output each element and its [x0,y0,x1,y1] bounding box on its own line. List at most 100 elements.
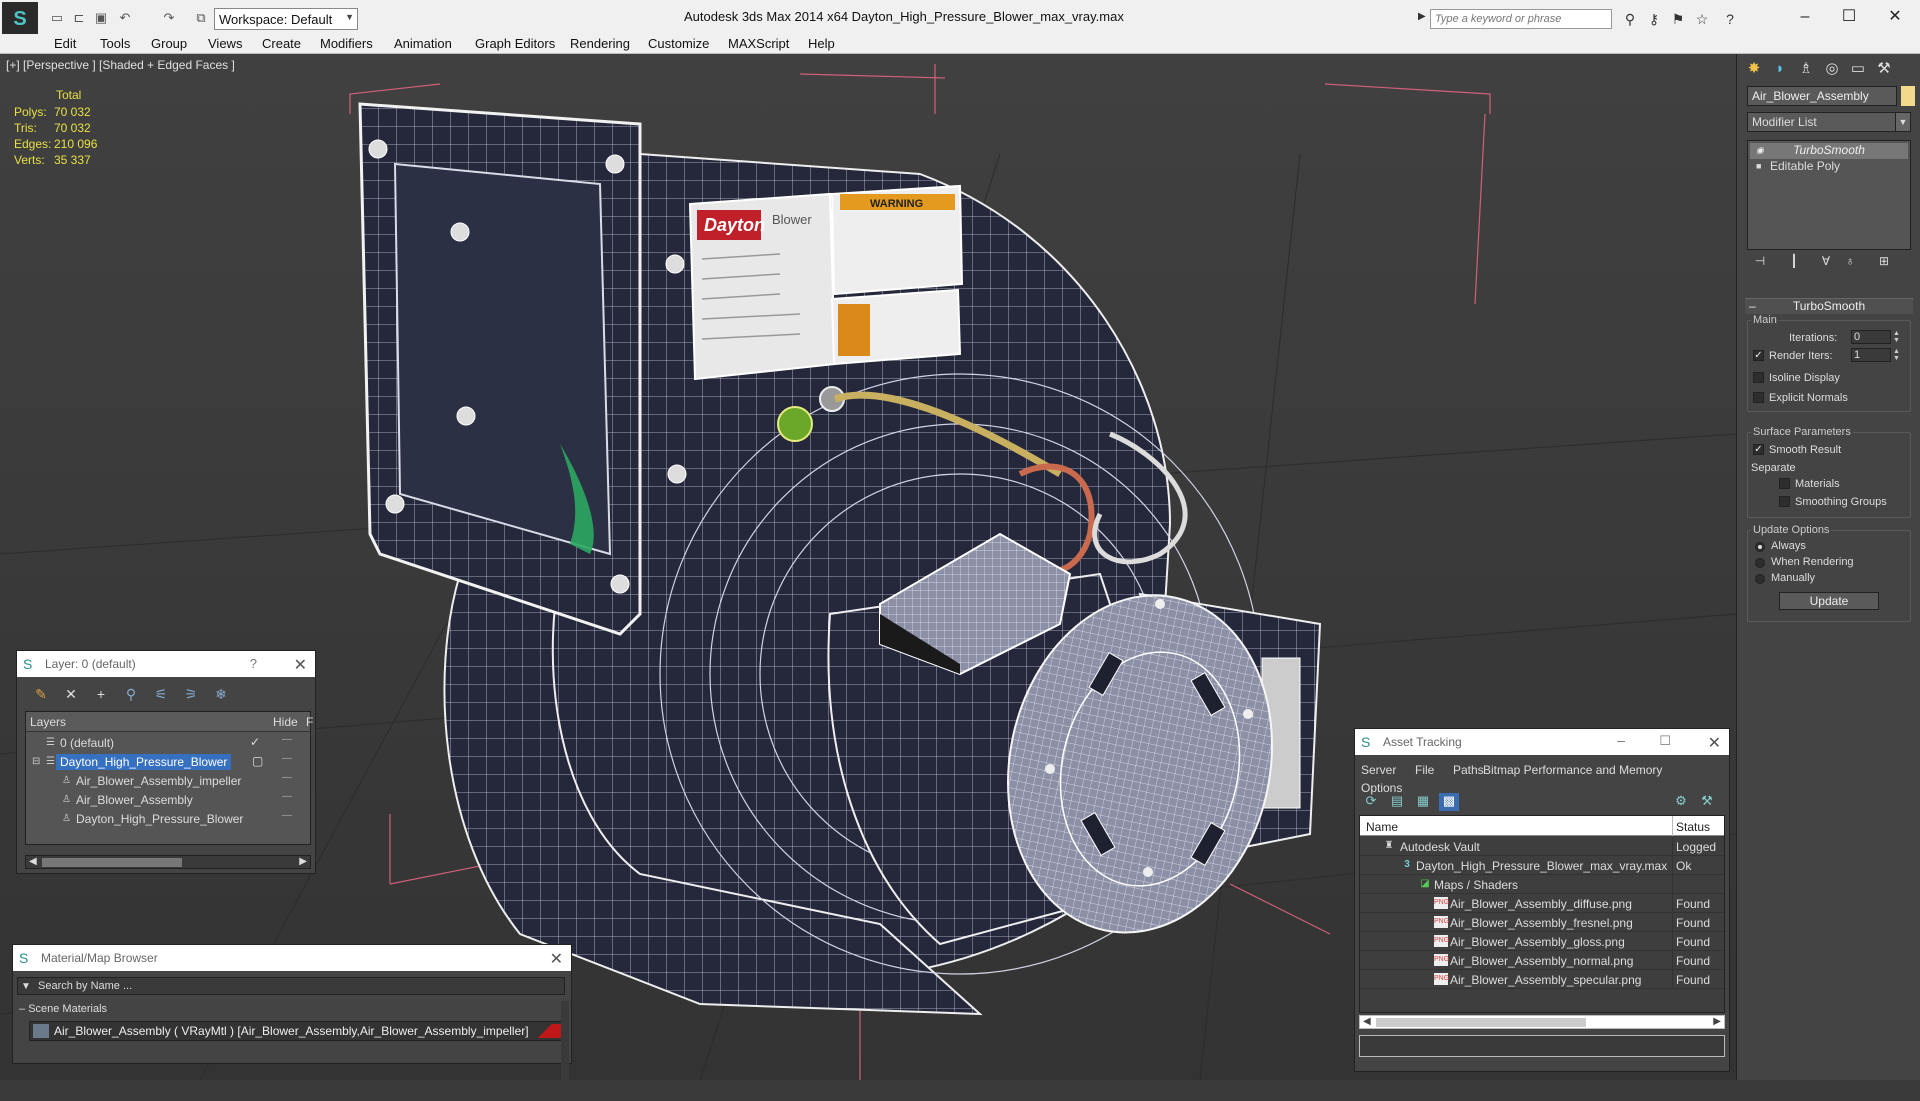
utilities-tab-icon[interactable]: ⚒ [1873,58,1895,80]
select-objects-icon[interactable]: ⚲ [121,685,141,703]
settings-icon[interactable]: ⚒ [1697,793,1717,811]
active-box-icon[interactable]: ▢ [252,754,263,768]
table-row[interactable]: PNG Air_Blower_Assembly_gloss.png Found [1360,932,1724,951]
table-row[interactable]: PNG Air_Blower_Assembly_normal.png Found [1360,951,1724,970]
search-input[interactable]: Type a keyword or phrase [1430,9,1612,29]
asset-horizontal-scrollbar[interactable]: ◀ ▶ [1359,1015,1725,1029]
scroll-thumb[interactable] [42,858,182,867]
hide-toggle[interactable]: — [282,772,292,783]
column-divider[interactable] [1672,816,1673,836]
binoculars-icon[interactable]: ⚲ [1620,10,1640,28]
table-row[interactable]: ♜ Autodesk Vault Logged [1360,837,1724,856]
minimize-icon[interactable]: – [1617,732,1625,748]
layer-panel-title[interactable]: S Layer: 0 (default) ? ✕ [17,651,315,677]
help-icon[interactable]: ? [1720,10,1740,28]
menu-animation[interactable]: Animation [394,36,452,51]
update-when-rendering-radio[interactable] [1755,558,1765,568]
subscription-icon[interactable]: ⚑ [1668,10,1688,28]
render-iters-spinner[interactable]: 1 [1851,348,1891,362]
scroll-left-icon[interactable]: ◀ [1363,1016,1371,1027]
col-layers[interactable]: Layers [30,715,66,729]
show-end-result-icon[interactable]: ┃ [1785,254,1803,272]
menu-help[interactable]: Help [808,36,835,51]
favorite-star-icon[interactable]: ☆ [1692,10,1712,28]
collapse-minus-icon[interactable]: – [19,1003,28,1015]
material-search-input[interactable]: Search by Name ... [17,977,565,995]
menu-tools[interactable]: Tools [100,36,130,51]
at-menu-file[interactable]: File [1415,763,1434,777]
hide-toggle[interactable]: — [282,753,292,764]
table-row[interactable]: PNG Air_Blower_Assembly_diffuse.png Foun… [1360,894,1724,913]
close-icon[interactable]: ✕ [550,949,563,969]
lightbulb-icon[interactable]: ◉ [1756,145,1764,156]
update-always-radio[interactable] [1755,542,1765,552]
spinner-arrows-icon[interactable]: ▲ ▼ [1893,330,1901,344]
object-color-swatch[interactable] [1901,86,1915,106]
motion-tab-icon[interactable]: ◎ [1821,58,1843,80]
modifier-list-dropdown[interactable]: Modifier List [1747,112,1907,132]
at-menu-bitmap[interactable]: Bitmap Performance and Memory [1483,763,1662,777]
search-expand-icon[interactable]: ▶ [1418,11,1426,22]
display-tab-icon[interactable]: ▭ [1847,58,1869,80]
close-icon[interactable]: ✕ [1880,6,1910,28]
col-status[interactable]: Status [1676,820,1710,834]
table-row[interactable]: PNG Air_Blower_Assembly_fresnel.png Foun… [1360,913,1724,932]
menu-edit[interactable]: Edit [54,36,76,51]
layer-row[interactable]: ♙ Dayton_High_Pressure_Blower — [26,810,310,829]
hide-all-layers-icon[interactable]: ⚞ [181,685,201,703]
layer-row[interactable]: ♙ Air_Blower_Assembly_impeller — [26,772,310,791]
key-icon[interactable]: ⚷ [1644,10,1664,28]
scroll-right-icon[interactable]: ▶ [1713,1016,1721,1027]
modify-tab-icon[interactable]: ◗ [1769,58,1791,80]
update-button[interactable]: Update [1779,592,1879,610]
explicit-normals-checkbox[interactable] [1753,392,1764,403]
smoothing-groups-checkbox[interactable] [1779,496,1790,507]
asset-tracking-title[interactable]: S Asset Tracking – ☐ ✕ [1355,729,1729,755]
create-tab-icon[interactable]: ✸ [1743,58,1765,80]
open-file-icon[interactable]: ⊏ [70,9,88,27]
filter-dropdown-icon[interactable]: ▼ [21,981,31,992]
table-row[interactable]: ◪ Maps / Shaders [1360,875,1724,894]
menu-customize[interactable]: Customize [648,36,709,51]
highlight-layer-icon[interactable]: ⚟ [151,685,171,703]
update-manually-radio[interactable] [1755,574,1765,584]
layer-horizontal-scrollbar[interactable]: ◀ ▶ [25,855,311,869]
spinner-arrows-icon[interactable]: ▲ ▼ [1893,348,1901,362]
at-menu-paths[interactable]: Paths [1453,763,1484,777]
thumbnail-view-icon[interactable]: ▦ [1413,793,1433,811]
active-layer-check-icon[interactable]: ✓ [250,735,260,749]
undo-icon[interactable]: ↶ [116,9,134,27]
maximize-icon[interactable]: ☐ [1659,733,1671,749]
hide-toggle[interactable]: — [282,734,292,745]
menu-graph-editors[interactable]: Graph Editors [475,36,555,51]
menu-group[interactable]: Group [151,36,187,51]
collapse-icon[interactable]: – [1749,299,1756,313]
stack-item-editable-poly[interactable]: ■ Editable Poly [1750,159,1908,175]
layer-row[interactable]: ☰ 0 (default) ✓ — [26,734,310,753]
highlight-icon[interactable]: ⚙ [1671,793,1691,811]
material-row[interactable]: Air_Blower_Assembly ( VRayMtl ) [Air_Blo… [29,1021,565,1041]
add-to-layer-icon[interactable]: + [91,685,111,703]
menu-modifiers[interactable]: Modifiers [320,36,373,51]
app-logo-icon[interactable]: S [2,2,38,36]
configure-sets-icon[interactable]: ⊞ [1875,254,1893,272]
make-unique-icon[interactable]: ∀ [1817,254,1835,272]
layer-row[interactable]: ⊟ ☰ Dayton_High_Pressure_Blower ▢ — [26,753,310,772]
smooth-result-checkbox[interactable]: ✓ [1753,444,1764,455]
material-browser-title[interactable]: S Material/Map Browser ✕ [13,945,571,971]
isoline-checkbox[interactable] [1753,372,1764,383]
help-icon[interactable]: ? [250,656,257,671]
close-icon[interactable]: ✕ [1708,733,1721,753]
hierarchy-tab-icon[interactable]: ♗ [1795,58,1817,80]
maximize-icon[interactable]: ☐ [1834,6,1864,28]
list-view-icon[interactable]: ▤ [1387,793,1407,811]
pin-stack-icon[interactable]: ⊣ [1751,254,1769,272]
menu-rendering[interactable]: Rendering [570,36,630,51]
hide-toggle[interactable]: — [282,791,292,802]
materials-checkbox[interactable] [1779,478,1790,489]
material-vertical-scrollbar[interactable] [561,1001,569,1101]
render-iters-checkbox[interactable]: ✓ [1753,350,1764,361]
scroll-thumb[interactable] [1376,1018,1586,1027]
new-layer-icon[interactable]: ✎ [31,685,51,703]
layer-row[interactable]: ♙ Air_Blower_Assembly — [26,791,310,810]
